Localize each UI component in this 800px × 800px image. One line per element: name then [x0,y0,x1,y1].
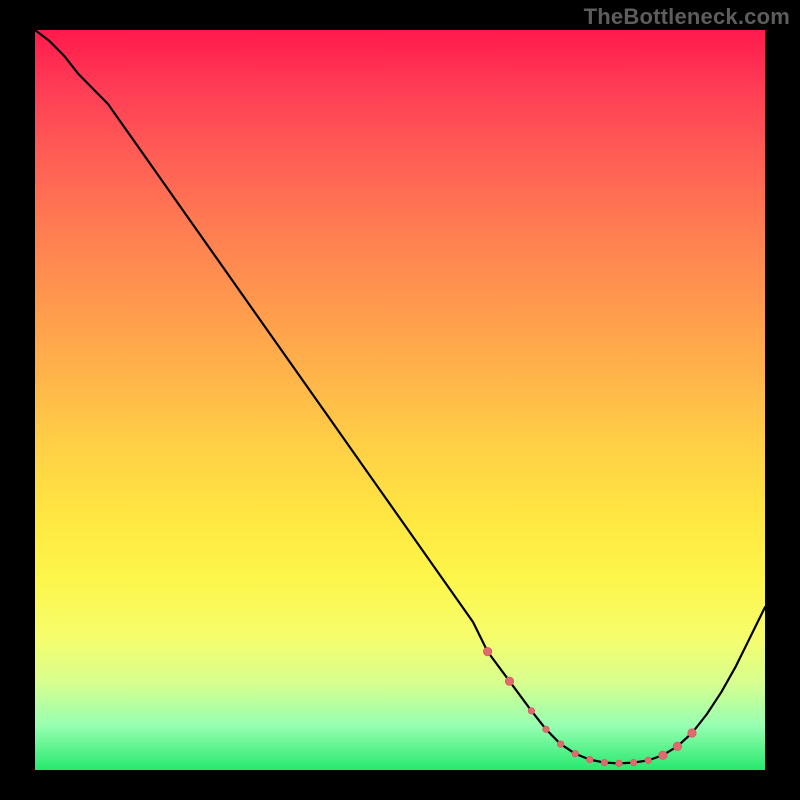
curve-marker [572,751,578,757]
curve-marker [688,729,696,737]
curve-marker [587,756,593,762]
plot-area [35,30,765,770]
curve-marker [616,760,622,766]
curve-markers [483,647,696,766]
bottleneck-curve [35,30,765,763]
curve-marker [543,726,549,732]
watermark-text: TheBottleneck.com [584,4,790,30]
curve-marker [645,757,651,763]
curve-svg [35,30,765,770]
curve-marker [630,759,636,765]
curve-marker [557,741,563,747]
curve-marker [601,759,607,765]
curve-marker [505,677,513,685]
curve-marker [483,647,491,655]
curve-marker [659,751,667,759]
curve-marker [528,708,534,714]
curve-marker [673,742,681,750]
chart-frame: TheBottleneck.com [0,0,800,800]
